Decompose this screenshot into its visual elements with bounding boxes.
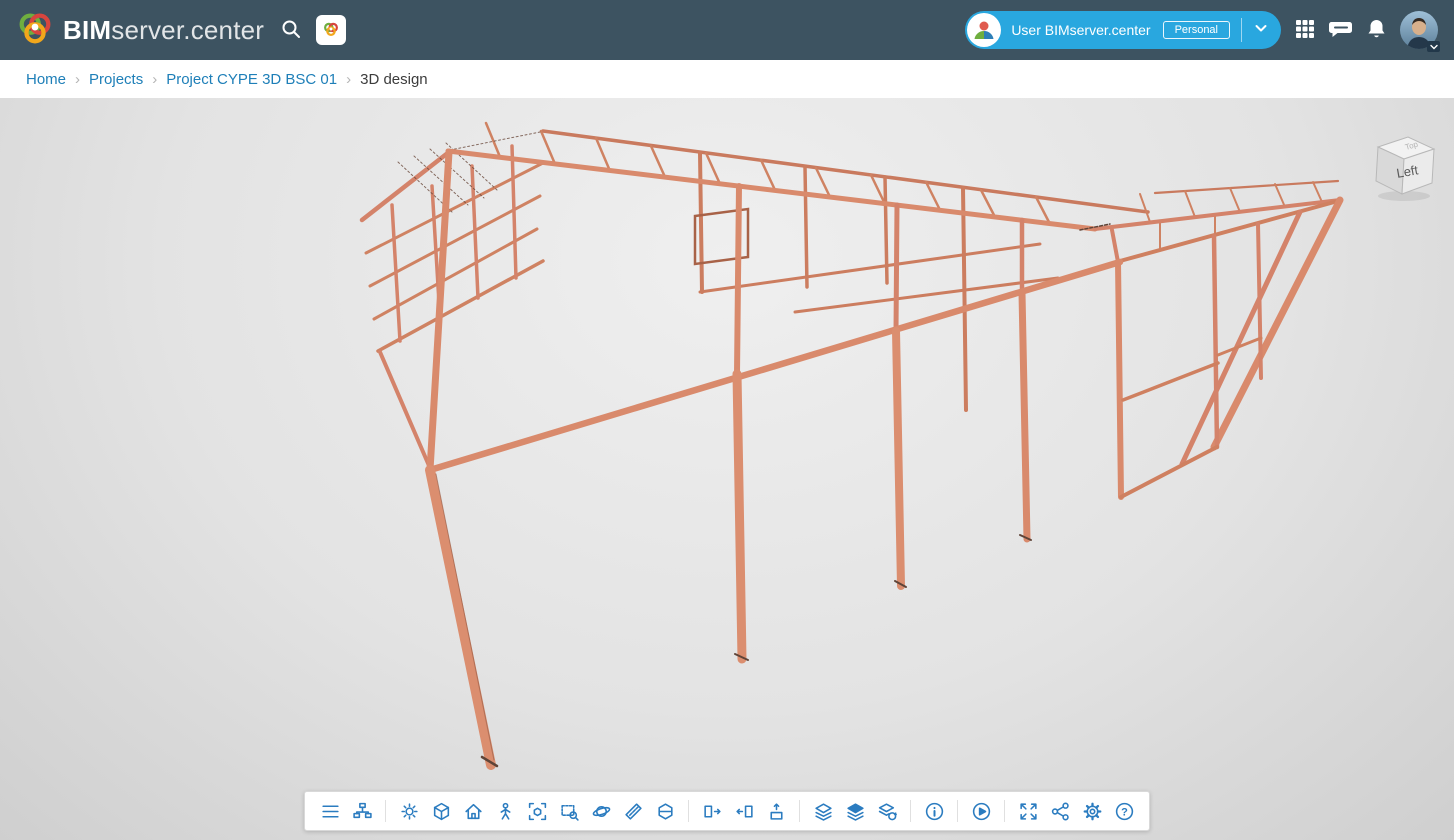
- menu-icon: [321, 804, 339, 818]
- toolbar-separator: [910, 800, 911, 822]
- toolbar-isometric-view-button[interactable]: [426, 798, 456, 824]
- pill-divider: [1241, 18, 1242, 42]
- notifications-button[interactable]: [1366, 18, 1387, 43]
- toolbar-separator: [957, 800, 958, 822]
- brand-logo-home[interactable]: BIMserver.center: [16, 9, 264, 52]
- toolbar-layer-visibility-button[interactable]: [840, 798, 870, 824]
- search-button[interactable]: [280, 18, 302, 43]
- clip-side-icon: [735, 804, 753, 818]
- toolbar-information-button[interactable]: [919, 798, 949, 824]
- zoom-window-icon: [560, 804, 579, 821]
- zoom-extents-icon: [528, 802, 546, 820]
- chat-bubble-icon: [1329, 18, 1353, 43]
- toolbar-separator: [385, 800, 386, 822]
- toolbar-first-person-button[interactable]: [490, 798, 520, 824]
- toolbar-clip-front-button[interactable]: [697, 798, 727, 824]
- home-view-icon: [464, 803, 482, 819]
- toolbar-home-view-button[interactable]: [458, 798, 488, 824]
- gear-icon: [1083, 802, 1101, 820]
- layer-visibility-icon: [846, 802, 864, 821]
- project-tree-icon: [352, 802, 372, 818]
- toolbar-section-box-button[interactable]: [650, 798, 680, 824]
- toolbar-separator: [1004, 800, 1005, 822]
- toolbar-layer-link-button[interactable]: [872, 798, 902, 824]
- isometric-cube-icon: [433, 802, 449, 820]
- toolbar-zoom-window-button[interactable]: [554, 798, 584, 824]
- apps-grid-button[interactable]: [1294, 18, 1316, 43]
- bimserver-logo-icon: [16, 9, 54, 52]
- play-icon: [972, 802, 990, 820]
- user-pill-avatar: [967, 13, 1002, 47]
- layer-link-icon: [878, 802, 897, 820]
- toolbar-clip-plan-button[interactable]: [761, 798, 791, 824]
- header-right-group: User BIMserver.center Personal: [965, 11, 1440, 52]
- steel-structure-model: [359, 121, 1344, 770]
- store-icon: [320, 18, 342, 43]
- toolbar-brightness-button[interactable]: [394, 798, 424, 824]
- orbit-icon: [591, 804, 611, 818]
- breadcrumb-separator-icon: ›: [75, 70, 81, 88]
- toolbar-separator: [799, 800, 800, 822]
- fullscreen-icon: [1019, 802, 1037, 820]
- model-3d-viewport[interactable]: Top Left: [0, 98, 1454, 840]
- first-person-icon: [500, 802, 510, 820]
- measure-icon: [624, 802, 642, 820]
- clip-front-icon: [703, 804, 721, 818]
- toolbar-measure-button[interactable]: [618, 798, 648, 824]
- toolbar-zoom-extents-button[interactable]: [522, 798, 552, 824]
- toolbar-layers-button[interactable]: [808, 798, 838, 824]
- top-bar: BIMserver.center User BIMserver.center P…: [0, 0, 1454, 60]
- info-icon: [925, 802, 943, 820]
- toolbar-project-tree-button[interactable]: [347, 798, 377, 824]
- toolbar-fullscreen-button[interactable]: [1013, 798, 1043, 824]
- toolbar-help-button[interactable]: [1109, 798, 1139, 824]
- section-box-icon: [657, 802, 673, 820]
- user-name: User BIMserver.center: [1011, 22, 1151, 38]
- bell-icon: [1366, 18, 1387, 43]
- breadcrumb-project-link[interactable]: Project CYPE 3D BSC 01: [166, 71, 337, 88]
- apps-grid-icon: [1294, 18, 1316, 43]
- breadcrumb-home-link[interactable]: Home: [26, 71, 66, 88]
- avatar-chevron-icon: [1427, 41, 1440, 52]
- brand-title: BIMserver.center: [63, 14, 265, 45]
- breadcrumb-separator-icon: ›: [346, 70, 352, 88]
- toolbar-separator: [688, 800, 689, 822]
- clip-plan-icon: [769, 802, 783, 820]
- toolbar-share-button[interactable]: [1045, 798, 1075, 824]
- brightness-icon: [400, 802, 418, 820]
- viewer-toolbar: ?: [304, 791, 1150, 831]
- breadcrumb: Home › Projects › Project CYPE 3D BSC 01…: [0, 60, 1454, 98]
- view-cube[interactable]: Top Left: [1364, 126, 1438, 204]
- breadcrumb-separator-icon: ›: [152, 70, 158, 88]
- layers-icon: [814, 802, 832, 821]
- help-icon: [1115, 802, 1133, 820]
- store-button[interactable]: [316, 15, 347, 45]
- messages-button[interactable]: [1329, 18, 1353, 43]
- toolbar-clip-side-button[interactable]: [729, 798, 759, 824]
- toolbar-orbit-button[interactable]: [586, 798, 616, 824]
- toolbar-settings-button[interactable]: [1077, 798, 1107, 824]
- breadcrumb-current-page: 3D design: [360, 70, 428, 88]
- toolbar-animation-button[interactable]: [966, 798, 996, 824]
- page: BIMserver.center User BIMserver.center P…: [0, 0, 1454, 840]
- toolbar-menu-button[interactable]: [315, 798, 345, 824]
- account-type-badge: Personal: [1162, 21, 1230, 39]
- breadcrumb-projects-link[interactable]: Projects: [89, 71, 143, 88]
- share-icon: [1051, 802, 1069, 820]
- chevron-down-icon: [1253, 20, 1269, 41]
- profile-avatar[interactable]: [1400, 11, 1440, 52]
- search-icon: [280, 18, 302, 43]
- user-account-pill[interactable]: User BIMserver.center Personal: [965, 11, 1281, 49]
